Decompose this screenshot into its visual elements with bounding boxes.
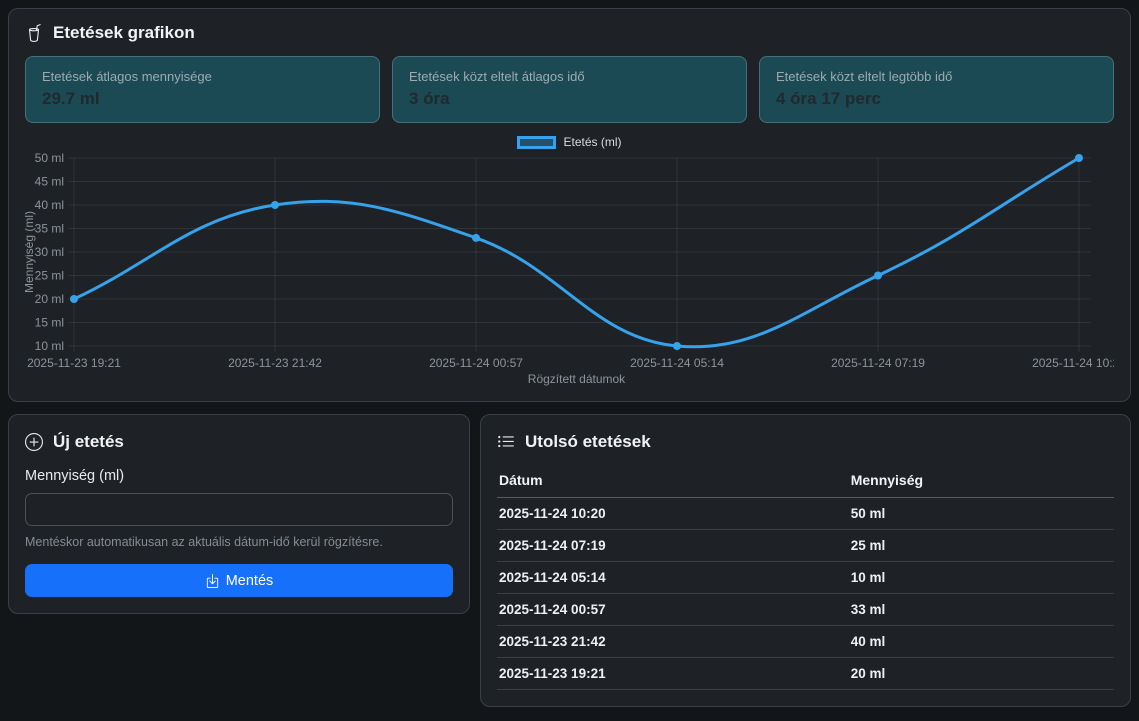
feeding-amount-cell: 50 ml [849, 498, 1114, 530]
chart-card-header: Etetések grafikon [25, 22, 1114, 44]
svg-text:Mennyiség (ml): Mennyiség (ml) [25, 211, 36, 293]
svg-text:35 ml: 35 ml [35, 222, 64, 236]
feeding-date-cell: 2025-11-23 21:42 [497, 626, 849, 658]
save-button-label: Mentés [226, 573, 274, 589]
feeding-amount-cell: 33 ml [849, 594, 1114, 626]
chart-card: Etetések grafikon Etetések átlagos menny… [8, 8, 1131, 402]
svg-text:40 ml: 40 ml [35, 198, 64, 212]
amount-label: Mennyiség (ml) [25, 468, 453, 484]
feeding-amount-cell: 40 ml [849, 626, 1114, 658]
stat-label: Etetések közt eltelt legtöbb idő [776, 68, 1097, 85]
svg-text:15 ml: 15 ml [35, 316, 64, 330]
table-row: 2025-11-24 00:5733 ml [497, 594, 1114, 626]
feedings-table-body: 2025-11-24 10:2050 ml2025-11-24 07:1925 … [497, 498, 1114, 690]
stat-longest-interval: Etetések közt eltelt legtöbb idő 4 óra 1… [759, 56, 1114, 123]
new-feeding-title: Új etetés [53, 431, 124, 453]
save-icon [205, 573, 220, 588]
legend-swatch [517, 136, 556, 149]
svg-text:20 ml: 20 ml [35, 292, 64, 306]
svg-text:2025-11-24 07:19: 2025-11-24 07:19 [831, 356, 925, 370]
chart-card-title: Etetések grafikon [53, 22, 195, 44]
svg-text:10 ml: 10 ml [35, 339, 64, 353]
feedings-chart-svg: 10 ml 15 ml 20 ml 25 ml 30 ml 35 ml 40 ml 45 ml… [25, 151, 1114, 389]
table-row: 2025-11-23 19:2120 ml [497, 658, 1114, 690]
stat-average-interval: Etetések közt eltelt átlagos idő 3 óra [392, 56, 747, 123]
feedings-table: Dátum Mennyiség 2025-11-24 10:2050 ml202… [497, 466, 1114, 690]
column-header-date: Dátum [497, 466, 849, 498]
plus-circle-icon [25, 433, 43, 451]
feeding-amount-cell: 10 ml [849, 562, 1114, 594]
svg-text:2025-11-24 00:57: 2025-11-24 00:57 [429, 356, 523, 370]
feeding-date-cell: 2025-11-24 00:57 [497, 594, 849, 626]
feeding-date-cell: 2025-11-24 07:19 [497, 530, 849, 562]
svg-text:Rögzített dátumok: Rögzített dátumok [528, 372, 626, 386]
stats-row: Etetések átlagos mennyisége 29.7 ml Etet… [25, 56, 1114, 123]
stat-value: 3 óra [409, 88, 730, 110]
svg-text:25 ml: 25 ml [35, 269, 64, 283]
feeding-date-cell: 2025-11-23 19:21 [497, 658, 849, 690]
stat-average-amount: Etetések átlagos mennyisége 29.7 ml [25, 56, 380, 123]
svg-text:2025-11-23 19:21: 2025-11-23 19:21 [27, 356, 121, 370]
feeding-date-cell: 2025-11-24 10:20 [497, 498, 849, 530]
feeding-tracker-page: Etetések grafikon Etetések átlagos menny… [0, 0, 1139, 715]
stat-value: 29.7 ml [42, 88, 363, 110]
column-header-amount: Mennyiség [849, 466, 1114, 498]
table-row: 2025-11-24 05:1410 ml [497, 562, 1114, 594]
cup-straw-icon [25, 24, 43, 42]
svg-text:50 ml: 50 ml [35, 151, 64, 165]
feeding-amount-cell: 25 ml [849, 530, 1114, 562]
table-row: 2025-11-23 21:4240 ml [497, 626, 1114, 658]
legend-label: Etetés (ml) [563, 135, 621, 149]
new-feeding-header: Új etetés [25, 431, 453, 453]
last-feedings-title: Utolsó etetések [525, 431, 651, 453]
svg-text:45 ml: 45 ml [35, 175, 64, 189]
last-feedings-header: Utolsó etetések [497, 431, 1114, 453]
table-row: 2025-11-24 07:1925 ml [497, 530, 1114, 562]
svg-text:2025-11-24 05:14: 2025-11-24 05:14 [630, 356, 724, 370]
svg-text:30 ml: 30 ml [35, 245, 64, 259]
last-feedings-card: Utolsó etetések Dátum Mennyiség 2025-11-… [480, 414, 1131, 707]
feeding-date-cell: 2025-11-24 05:14 [497, 562, 849, 594]
stat-label: Etetések közt eltelt átlagos idő [409, 68, 730, 85]
save-button[interactable]: Mentés [25, 564, 453, 597]
svg-text:2025-11-24 10:20: 2025-11-24 10:20 [1032, 356, 1114, 370]
list-icon [497, 433, 515, 451]
new-feeding-card: Új etetés Mennyiség (ml) Mentéskor autom… [8, 414, 470, 614]
chart-legend[interactable]: Etetés (ml) [25, 135, 1114, 149]
bottom-row: Új etetés Mennyiség (ml) Mentéskor autom… [8, 414, 1131, 707]
stat-value: 4 óra 17 perc [776, 88, 1097, 110]
table-header-row: Dátum Mennyiség [497, 466, 1114, 498]
table-row: 2025-11-24 10:2050 ml [497, 498, 1114, 530]
save-help-text: Mentéskor automatikusan az aktuális dátu… [25, 534, 453, 550]
feeding-amount-cell: 20 ml [849, 658, 1114, 690]
svg-text:2025-11-23 21:42: 2025-11-23 21:42 [228, 356, 322, 370]
stat-label: Etetések átlagos mennyisége [42, 68, 363, 85]
amount-input[interactable] [25, 493, 453, 526]
